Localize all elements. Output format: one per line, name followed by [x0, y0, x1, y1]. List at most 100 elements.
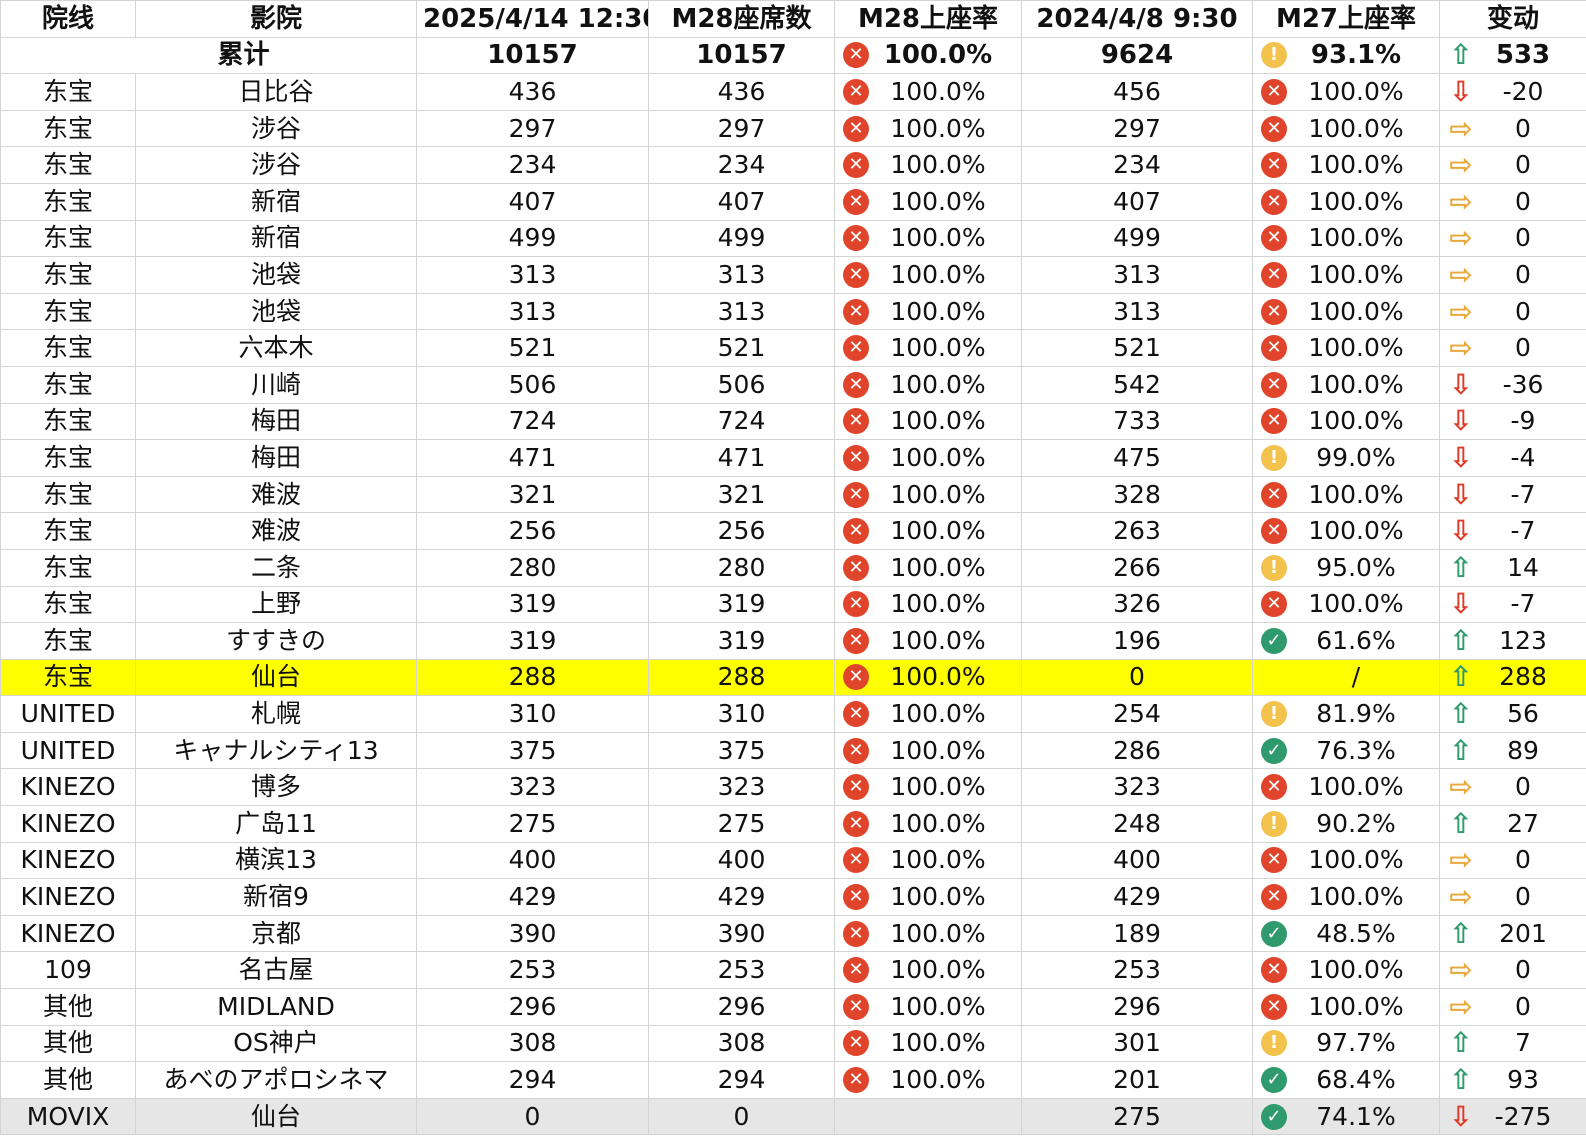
change-value: 56 — [1507, 699, 1539, 729]
sold-cell: 375 — [416, 731, 649, 770]
m28-rate: 100.0% — [890, 882, 986, 912]
change-cell: ⇩ -7 — [1439, 475, 1586, 514]
x-circle-icon: ✕ — [843, 115, 869, 142]
prev-cell: 323 — [1021, 768, 1253, 807]
m27-rate: 100.0% — [1308, 516, 1404, 546]
change-cell: ⇧ 123 — [1439, 622, 1586, 660]
m27-rate: 100.0% — [1308, 991, 1404, 1021]
warning-circle-icon: ! — [1261, 42, 1287, 69]
cinema-cell: 六本木 — [135, 329, 417, 367]
table-row: 东宝 涉谷 234 234 ✕ 100.0% 234 ✕ 100.0% ⇨ 0 — [0, 146, 1586, 184]
m28-rate: 100.0% — [890, 808, 986, 838]
table-row: 东宝 池袋 313 313 ✕ 100.0% 313 ✕ 100.0% ⇨ 0 — [0, 292, 1586, 331]
total-label-cell: 累计 — [0, 36, 417, 75]
sold-cell: 294 — [416, 1061, 649, 1099]
chain-cell: 东宝 — [0, 402, 136, 441]
m28-rate: 100.0% — [890, 955, 986, 985]
m27-rate-cell: ✕ 100.0% — [1252, 365, 1440, 404]
right-arrow-icon: ⇨ — [1449, 880, 1473, 914]
check-circle-icon: ✓ — [1261, 920, 1287, 947]
m27-rate-cell: ✓ 74.1% — [1252, 1097, 1440, 1136]
seats-cell: 294 — [648, 1061, 835, 1099]
m28-rate: 100.0% — [890, 1028, 986, 1058]
table-row: 东宝 难波 256 256 ✕ 100.0% 263 ✕ 100.0% ⇩ -7 — [0, 512, 1586, 550]
cinema-cell: OS神户 — [135, 1024, 417, 1063]
x-circle-icon: ✕ — [1261, 152, 1287, 179]
x-circle-icon: ✕ — [843, 591, 869, 618]
m27-rate: 99.0% — [1316, 442, 1396, 472]
x-circle-icon: ✕ — [843, 993, 869, 1020]
right-arrow-icon: ⇨ — [1449, 221, 1473, 255]
m28-rate: 100.0% — [890, 735, 986, 765]
warning-circle-icon: ! — [1261, 810, 1287, 837]
m28-rate-cell: ✕ 100.0% — [834, 109, 1022, 148]
prev-cell: 297 — [1021, 109, 1253, 148]
cinema-cell: 难波 — [135, 512, 417, 550]
change-value: 0 — [1515, 845, 1531, 875]
change-value: 0 — [1515, 259, 1531, 289]
m27-rate: 100.0% — [1308, 186, 1404, 216]
prev-cell: 328 — [1021, 475, 1253, 514]
chain-cell: 东宝 — [0, 109, 136, 148]
down-arrow-icon: ⇩ — [1449, 587, 1473, 621]
chain-cell: 东宝 — [0, 548, 136, 587]
cinema-cell: 横滨13 — [135, 841, 417, 880]
cinema-cell: 仙台 — [135, 658, 417, 697]
table-row: KINEZO 新宿9 429 429 ✕ 100.0% 429 ✕ 100.0% ⇨ 0 — [0, 878, 1586, 916]
x-circle-icon: ✕ — [843, 737, 869, 764]
m27-rate-cell: ✕ 100.0% — [1252, 329, 1440, 367]
change-value: 0 — [1515, 113, 1531, 143]
sold-cell: 407 — [416, 182, 649, 221]
m27-rate-cell: ✕ 100.0% — [1252, 585, 1440, 624]
up-arrow-icon: ⇧ — [1449, 916, 1473, 950]
change-value: -9 — [1510, 406, 1536, 436]
right-arrow-icon: ⇨ — [1449, 148, 1473, 182]
m27-rate-cell: ! 99.0% — [1252, 439, 1440, 477]
sold-cell: 310 — [416, 695, 649, 733]
m28-rate-cell: ✕ 100.0% — [834, 951, 1022, 990]
chain-cell: KINEZO — [0, 914, 136, 953]
m27-rate-cell: ! 95.0% — [1252, 548, 1440, 587]
m27-rate: 100.0% — [1308, 772, 1404, 802]
m28-rate-cell: ✕ 100.0% — [834, 1024, 1022, 1063]
m28-rate-cell: ✕ 100.0% — [834, 548, 1022, 587]
chain-cell: 东宝 — [0, 182, 136, 221]
empty-icon — [1261, 664, 1287, 690]
m28-rate: 100.0% — [890, 406, 986, 436]
m27-rate: 100.0% — [1308, 259, 1404, 289]
chain-cell: UNITED — [0, 695, 136, 733]
table-row: 东宝 二条 280 280 ✕ 100.0% 266! 95.0% ⇧ 14 — [0, 548, 1586, 587]
table-row: 其他 MIDLAND 296 296 ✕ 100.0% 296 ✕ 100.0% ⇨ 0 — [0, 988, 1586, 1026]
seats-cell: 499 — [648, 219, 835, 258]
m27-rate: 95.0% — [1316, 552, 1396, 582]
cinema-cell: 新宿 — [135, 219, 417, 258]
chain-cell: 东宝 — [0, 292, 136, 331]
cinema-cell: 新宿9 — [135, 878, 417, 916]
m28-rate-cell: ✕ 100.0% — [834, 365, 1022, 404]
cinema-cell: 川崎 — [135, 365, 417, 404]
change-value: 27 — [1507, 808, 1539, 838]
total-change-cell: ⇧ 533 — [1439, 36, 1586, 75]
x-circle-icon: ✕ — [843, 261, 869, 288]
prev-cell: 248 — [1021, 805, 1253, 843]
table-row: UNITED 札幌 310 310 ✕ 100.0% 254! 81.9% ⇧ 56 — [0, 695, 1586, 733]
cinema-cell: 池袋 — [135, 256, 417, 294]
m27-rate: 48.5% — [1316, 918, 1396, 948]
change-cell: ⇨ 0 — [1439, 988, 1586, 1026]
sold-cell: 313 — [416, 292, 649, 331]
total-m28-rate: 100.0% — [883, 40, 993, 71]
m27-rate: 68.4% — [1316, 1065, 1396, 1095]
chain-cell: 东宝 — [0, 256, 136, 294]
sold-cell: 471 — [416, 439, 649, 477]
change-value: -7 — [1510, 589, 1536, 619]
right-arrow-icon: ⇨ — [1449, 989, 1473, 1023]
cinema-cell: 梅田 — [135, 402, 417, 441]
m28-rate-cell: ✕ 100.0% — [834, 878, 1022, 916]
x-circle-icon: ✕ — [1261, 115, 1287, 142]
m27-rate-cell: ✓ 61.6% — [1252, 622, 1440, 660]
m28-rate: 100.0% — [890, 589, 986, 619]
chain-cell: KINEZO — [0, 768, 136, 807]
x-circle-icon: ✕ — [843, 42, 869, 69]
m27-rate-cell: ✕ 100.0% — [1252, 256, 1440, 294]
cinema-cell: あべのアポロシネマ — [135, 1061, 417, 1099]
